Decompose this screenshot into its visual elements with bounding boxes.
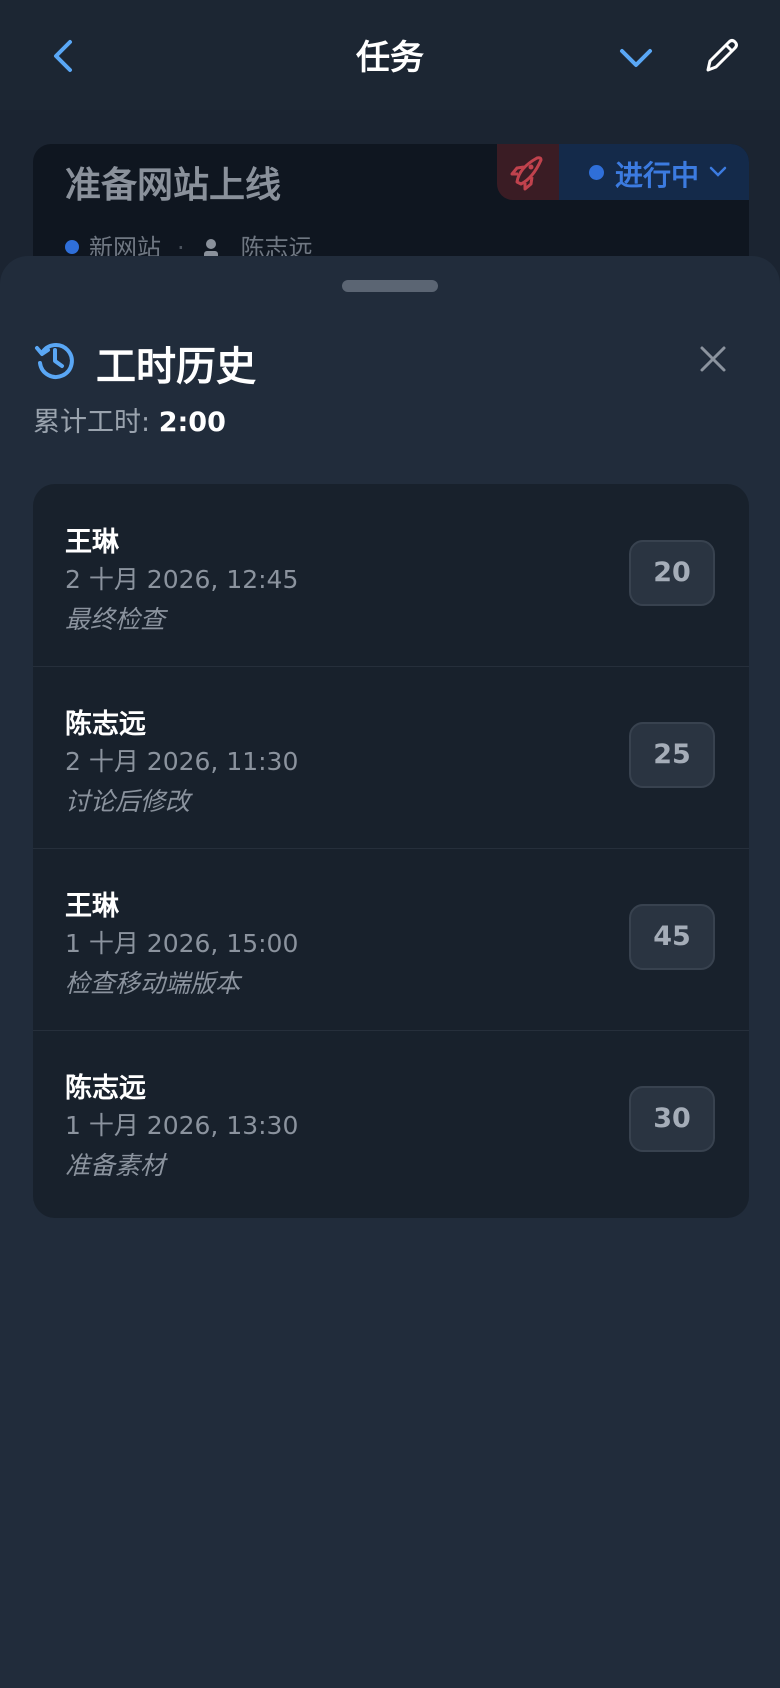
status-dot (589, 165, 604, 180)
history-icon (35, 342, 74, 379)
entry-user: 王琳 (65, 891, 119, 922)
entry-minutes-badge: 25 (629, 722, 715, 788)
entry-minutes-badge: 20 (629, 540, 715, 606)
entry-user: 陈志远 (65, 709, 146, 740)
priority-button[interactable] (497, 144, 559, 200)
entry-datetime: 2 十月 2026, 11:30 (65, 747, 299, 776)
sheet-title: 工时历史 (96, 344, 256, 390)
chevron-down-icon[interactable] (616, 38, 656, 78)
task-title: 准备网站上线 (65, 165, 282, 206)
entry-minutes-badge: 30 (629, 1086, 715, 1152)
entry-datetime: 1 十月 2026, 15:00 (65, 929, 299, 958)
entry-note: 检查移动端版本 (65, 969, 241, 998)
entry-user: 陈志远 (65, 1073, 146, 1104)
time-entry-row[interactable]: 王琳 1 十月 2026, 15:00 检查移动端版本 45 (33, 848, 749, 1031)
status-dropdown[interactable]: 进行中 (559, 144, 749, 200)
total-hours-label: 累计工时: (33, 407, 151, 438)
entry-note: 讨论后修改 (65, 787, 191, 816)
top-nav-bar: 任务 (0, 0, 780, 110)
page-title: 任务 (356, 38, 424, 78)
time-history-sheet: 工时历史 累计工时: 2:00 王琳 2 十月 2026, 12:45 最终检查… (0, 256, 780, 1688)
time-entry-list: 王琳 2 十月 2026, 12:45 最终检查 20 陈志远 2 十月 202… (33, 484, 749, 1218)
entry-minutes-badge: 45 (629, 904, 715, 970)
task-card: 准备网站上线 进行中 新网站 · 陈志远 (33, 144, 749, 274)
entry-datetime: 1 十月 2026, 13:30 (65, 1111, 299, 1140)
pencil-icon[interactable] (700, 34, 740, 78)
time-entry-row[interactable]: 王琳 2 十月 2026, 12:45 最终检查 20 (33, 484, 749, 667)
entry-note: 准备素材 (65, 1151, 166, 1180)
project-dot (65, 240, 79, 254)
entry-datetime: 2 十月 2026, 12:45 (65, 565, 299, 594)
total-hours: 累计工时: 2:00 (33, 400, 226, 439)
entry-note: 最终检查 (65, 605, 166, 634)
rocket-icon (510, 156, 543, 191)
time-entry-row[interactable]: 陈志远 1 十月 2026, 13:30 准备素材 30 (33, 1030, 749, 1212)
total-hours-value: 2:00 (158, 407, 226, 438)
close-icon[interactable] (694, 340, 732, 378)
entry-user: 王琳 (65, 527, 119, 558)
sheet-drag-handle[interactable] (342, 280, 438, 292)
chevron-down-icon (709, 166, 727, 177)
time-entry-row[interactable]: 陈志远 2 十月 2026, 11:30 讨论后修改 25 (33, 666, 749, 849)
status-label: 进行中 (615, 159, 700, 192)
